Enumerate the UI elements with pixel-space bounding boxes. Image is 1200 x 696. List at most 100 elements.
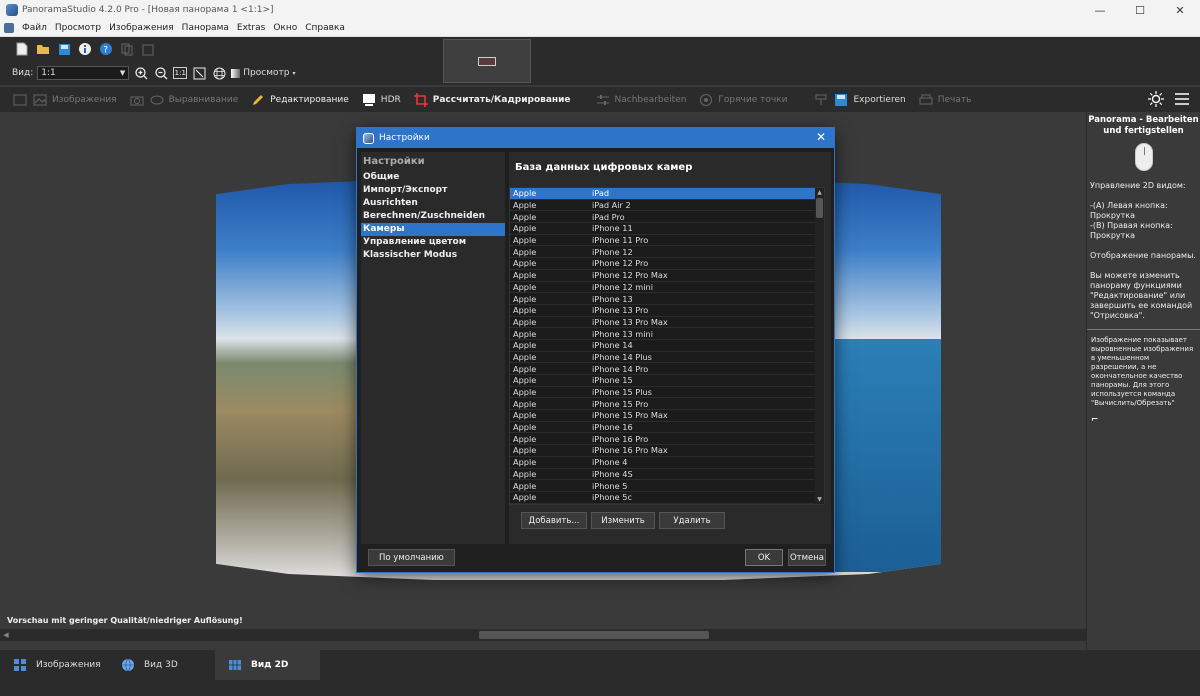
camera-row[interactable]: Apple iPhone 5c — [510, 492, 824, 504]
camera-row[interactable]: Apple iPhone 14 Plus — [510, 352, 824, 364]
camera-row[interactable]: Apple iPhone 12 Pro — [510, 258, 824, 270]
add-camera-button[interactable]: Добавить... — [521, 512, 587, 529]
panorama-sea — [832, 338, 941, 572]
delete-camera-button[interactable]: Удалить — [659, 512, 725, 529]
panorama-thumbnail[interactable] — [443, 39, 531, 83]
maximize-button[interactable]: ☐ — [1120, 0, 1160, 20]
defaults-button[interactable]: По умолчанию — [368, 549, 455, 566]
camera-row[interactable]: Apple iPad — [510, 188, 824, 200]
export-tray-icon — [813, 92, 829, 108]
nav-color-management[interactable]: Управление цветом — [361, 236, 505, 249]
camera-row[interactable]: Apple iPhone 15 Pro — [510, 398, 824, 411]
preview-select[interactable]: Просмотр ▾ — [231, 68, 295, 78]
camera-row[interactable]: Apple iPhone 14 — [510, 340, 824, 352]
camera-row[interactable]: Apple iPhone 16 Pro Max — [510, 445, 824, 457]
brightness-icon[interactable] — [1148, 91, 1164, 107]
dialog-close-icon[interactable]: ✕ — [816, 130, 826, 144]
nav-general[interactable]: Общие — [361, 171, 505, 184]
tab-view-2d[interactable]: Вид 2D — [215, 650, 320, 680]
zoom-out-icon[interactable] — [153, 65, 169, 81]
camera-row[interactable]: Apple iPhone 5 — [510, 480, 824, 492]
camera-row[interactable]: Apple iPhone 4S — [510, 469, 824, 481]
nav-import-export[interactable]: Импорт/Экспорт — [361, 184, 505, 197]
camera-row[interactable]: Apple iPhone 15 — [510, 375, 824, 387]
camera-row[interactable]: Apple iPad Pro — [510, 211, 824, 224]
cameras-panel: База данных цифровых камер Apple iPad Appl… — [509, 152, 831, 544]
menu-panorama[interactable]: Панорама — [178, 23, 233, 33]
zoom-1to1-button[interactable]: 1:1 — [173, 67, 188, 79]
help-view-control: Управление 2D видом: — [1090, 181, 1186, 190]
camera-make: Apple — [513, 480, 537, 491]
workflow-hdr[interactable]: HDR — [355, 92, 407, 108]
nav-classic-mode[interactable]: Klassischer Modus — [361, 249, 505, 262]
open-folder-icon[interactable] — [35, 41, 51, 57]
info-icon[interactable] — [77, 41, 93, 57]
workflow-align[interactable]: Выравнивание — [123, 92, 245, 108]
camera-list-scrollbar[interactable]: ▲ ▼ — [815, 188, 824, 504]
minimize-button[interactable]: — — [1080, 0, 1120, 20]
scroll-down-icon[interactable]: ▼ — [815, 495, 824, 504]
camera-row[interactable]: Apple iPhone 13 Pro Max — [510, 317, 824, 329]
menu-file[interactable]: Файл — [18, 23, 51, 33]
close-button[interactable]: ✕ — [1160, 0, 1200, 20]
horizontal-scrollbar[interactable]: ◀ ▶ — [0, 629, 1200, 641]
camera-model: iPhone 14 — [592, 340, 633, 351]
camera-row[interactable]: Apple iPhone 12 mini — [510, 282, 824, 294]
camera-row[interactable]: Apple iPhone 16 Pro — [510, 433, 824, 446]
tab-view-3d[interactable]: Вид 3D — [108, 650, 212, 680]
nav-cameras[interactable]: Камеры — [361, 223, 505, 236]
help-icon[interactable]: ? — [98, 41, 114, 57]
camera-row[interactable]: Apple iPhone 16 — [510, 422, 824, 434]
scrollbar-thumb[interactable] — [479, 631, 709, 639]
camera-db-heading: База данных цифровых камер — [515, 162, 693, 173]
workflow-edit[interactable]: Редактирование — [244, 92, 355, 108]
save-icon[interactable] — [56, 41, 72, 57]
camera-list-scroll-thumb[interactable] — [816, 198, 823, 218]
camera-row[interactable]: Apple iPhone 14 Pro — [510, 363, 824, 375]
menu-extras[interactable]: Extras — [233, 23, 269, 33]
workflow-hotspots[interactable]: Горячие точки — [692, 92, 793, 108]
camera-row[interactable]: Apple iPad Air 2 — [510, 200, 824, 212]
camera-make: Apple — [513, 410, 537, 421]
view-zoom-select[interactable]: 1:1 ▼ — [37, 66, 130, 80]
edit-camera-button[interactable]: Изменить — [591, 512, 655, 529]
tab-images[interactable]: Изображения — [0, 650, 104, 680]
camera-row[interactable]: Apple iPhone 11 — [510, 223, 824, 235]
fit-window-icon[interactable] — [191, 65, 207, 81]
nav-align[interactable]: Ausrichten — [361, 197, 505, 210]
nav-compute-crop[interactable]: Berechnen/Zuschneiden — [361, 210, 505, 223]
menu-help[interactable]: Справка — [301, 23, 349, 33]
camera-row[interactable]: Apple iPhone 12 — [510, 246, 824, 259]
camera-row[interactable]: Apple iPhone 13 mini — [510, 328, 824, 340]
cancel-button[interactable]: Отмена — [788, 549, 826, 566]
camera-row[interactable]: Apple iPhone 13 — [510, 293, 824, 305]
new-file-icon[interactable] — [14, 41, 30, 57]
workflow-export[interactable]: Exportieren — [807, 92, 911, 108]
camera-row[interactable]: Apple iPhone 11 Pro — [510, 235, 824, 247]
workflow-print[interactable]: Печать — [912, 92, 978, 108]
workflow-compute[interactable]: Рассчитать/Кадрирование — [407, 92, 577, 108]
copy-icon — [119, 41, 135, 57]
camera-row[interactable]: Apple iPhone 13 Pro — [510, 305, 824, 317]
app-menu-icon[interactable] — [4, 23, 14, 33]
hamburger-menu-icon[interactable] — [1174, 91, 1190, 107]
camera-model: iPhone 15 — [592, 375, 633, 386]
grid-icon[interactable] — [211, 65, 227, 81]
menu-view[interactable]: Просмотр — [51, 23, 105, 33]
camera-make: Apple — [513, 363, 537, 374]
camera-row[interactable]: Apple iPhone 15 Pro Max — [510, 410, 824, 422]
ok-button[interactable]: OK — [745, 549, 783, 566]
settings-dialog: Настройки ✕ Настройки Общие Импорт/Экспо… — [356, 127, 835, 573]
camera-make: Apple — [513, 492, 537, 503]
zoom-in-icon[interactable] — [133, 65, 149, 81]
menu-images[interactable]: Изображения — [105, 23, 178, 33]
scroll-left-icon[interactable]: ◀ — [0, 629, 12, 641]
menu-window[interactable]: Окно — [269, 23, 301, 33]
workflow-post[interactable]: Nachbearbeiten — [589, 92, 693, 108]
workflow-images[interactable]: Изображения — [0, 92, 123, 108]
camera-row[interactable]: Apple iPhone 4 — [510, 457, 824, 469]
camera-row[interactable]: Apple iPhone 12 Pro Max — [510, 270, 824, 282]
camera-list[interactable]: Apple iPad Apple iPad Air 2 Apple iPad Pro App… — [509, 187, 825, 505]
scroll-up-icon[interactable]: ▲ — [815, 188, 824, 197]
camera-row[interactable]: Apple iPhone 15 Plus — [510, 387, 824, 399]
